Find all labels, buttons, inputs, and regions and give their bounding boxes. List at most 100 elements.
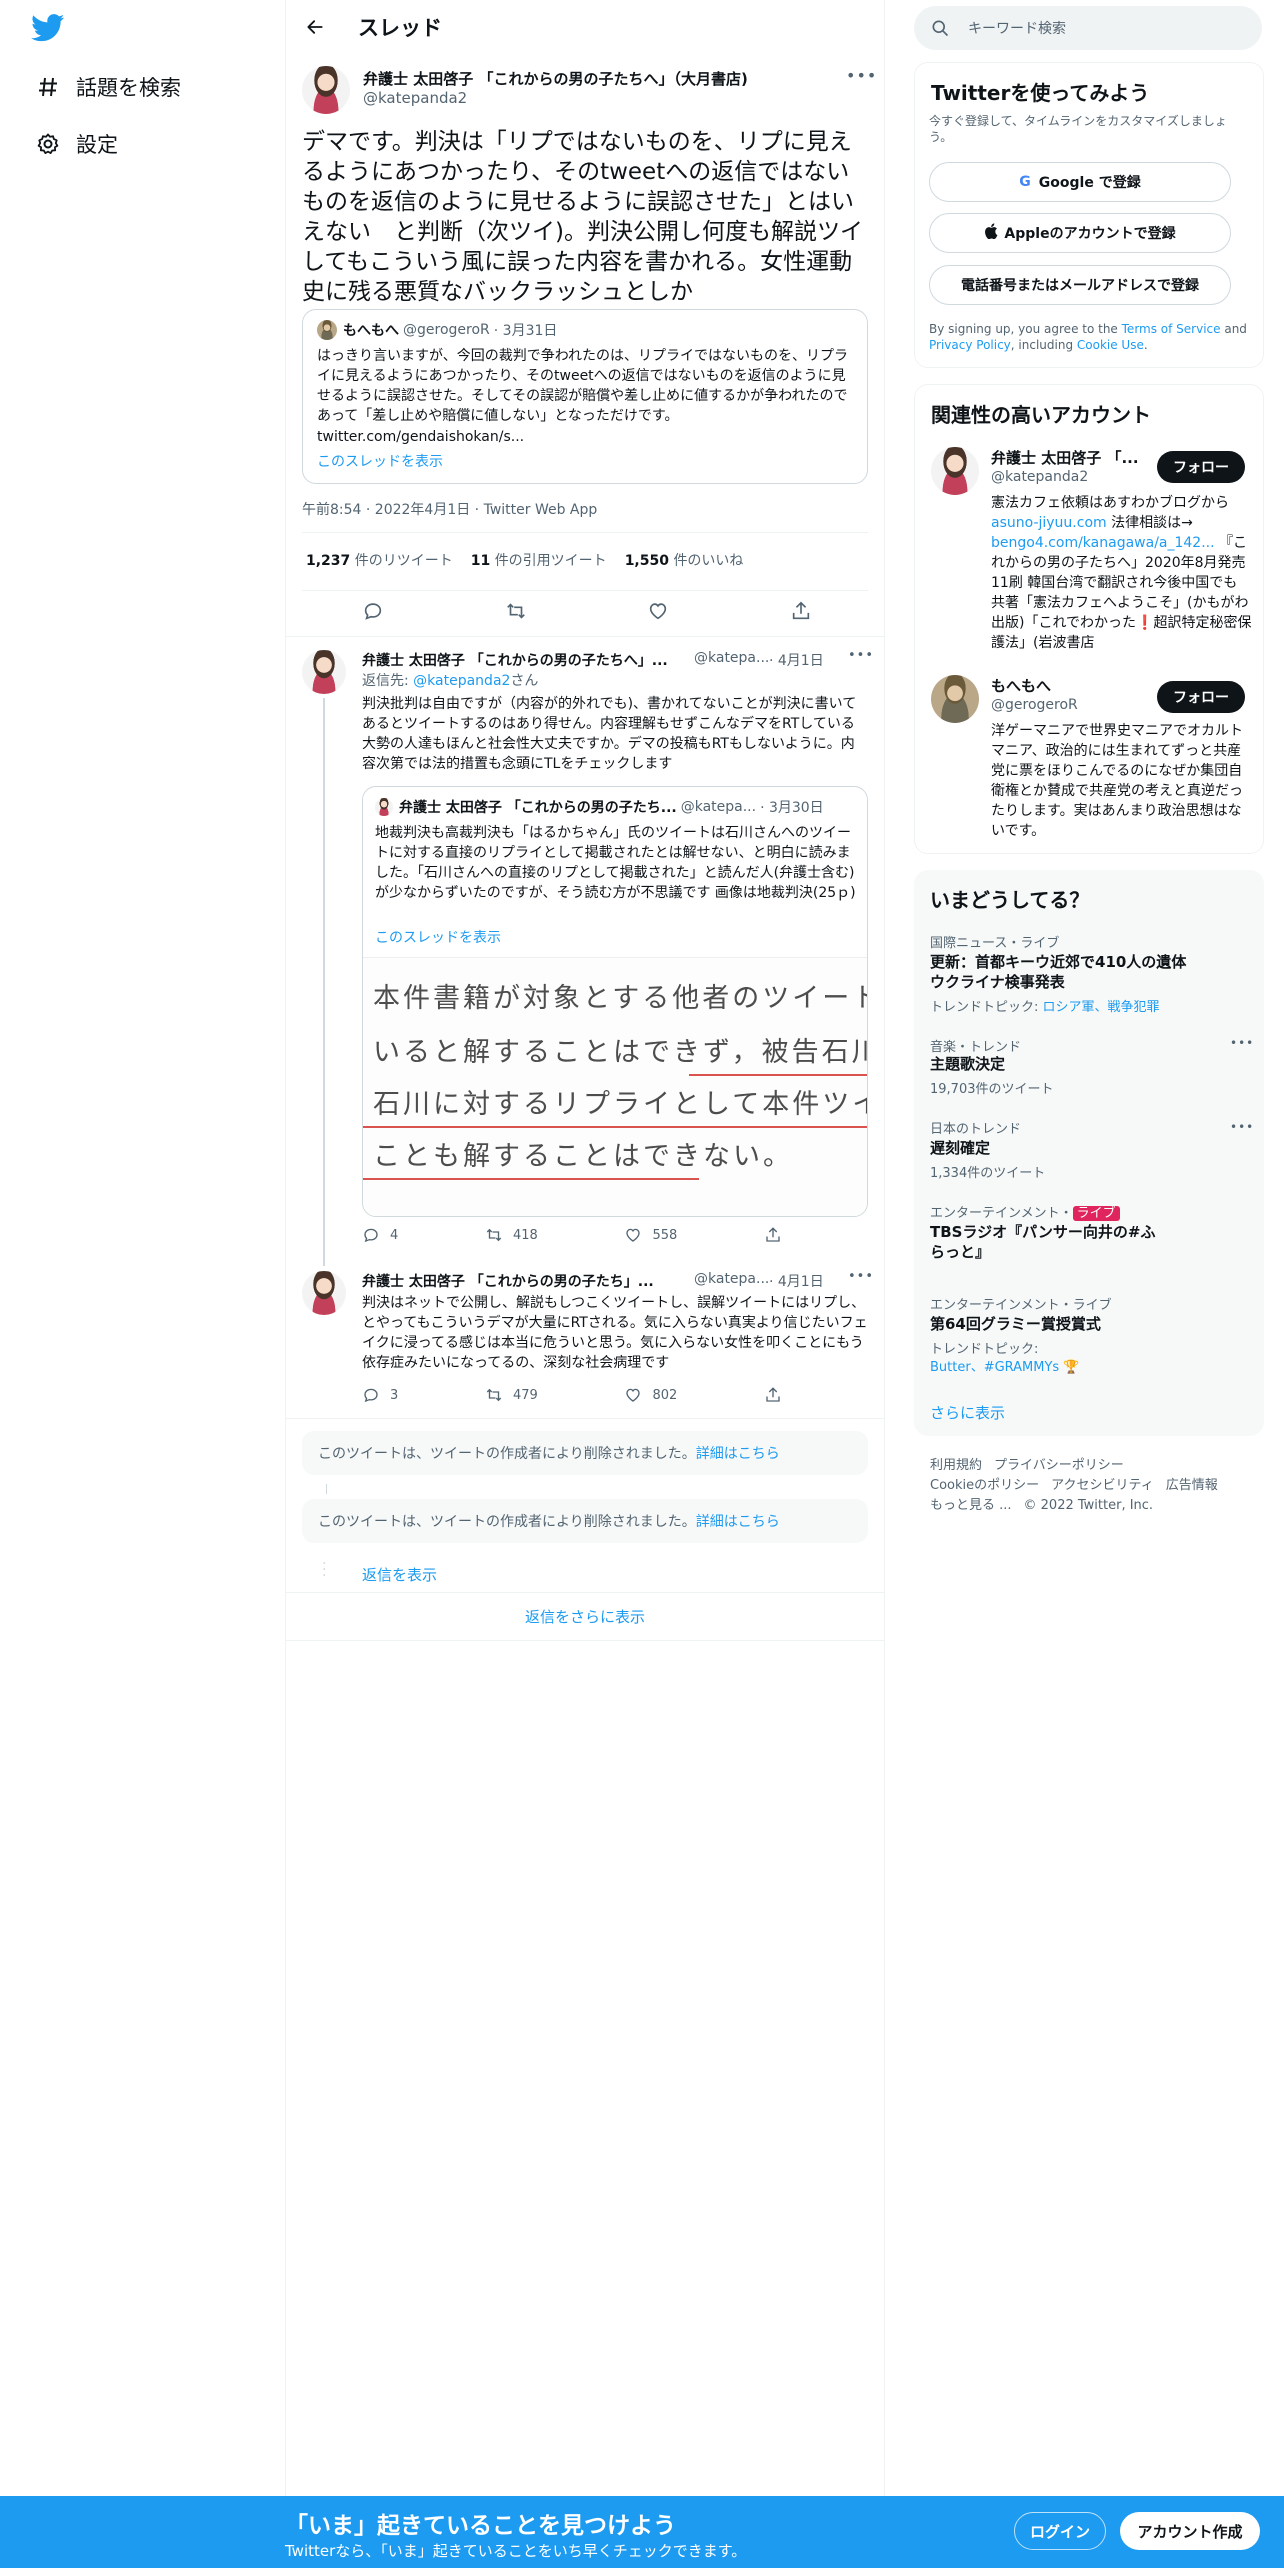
show-more-trends-link[interactable]: さらに表示	[930, 1402, 1005, 1423]
account-bio: 洋ゲーマニアで世界史マニアでオカルトマニア、政治的には生まれてずっと共産党に票を…	[991, 723, 1243, 839]
avatar[interactable]	[302, 650, 346, 694]
deleted-tweet-notice: このツイートは、ツイートの作成者により削除されました。 詳細はこちら	[302, 1431, 868, 1475]
image-text-line: 石川に対するリプライとして本件ツイートが	[373, 1089, 867, 1120]
google-signup-button[interactable]: G Google で登録	[929, 162, 1231, 202]
retweet-count[interactable]: 1,237 件のリツイート	[306, 550, 453, 570]
left-nav: 話題を検索 設定	[0, 0, 285, 2568]
share-icon[interactable]	[764, 1226, 792, 1244]
like-button[interactable]: 802	[624, 1386, 677, 1404]
retweet-button[interactable]: 479	[485, 1386, 538, 1404]
back-arrow-icon[interactable]	[298, 10, 332, 44]
footer-link[interactable]: 広告情報	[1166, 1478, 1218, 1493]
quoted-date: · 3月30日	[760, 800, 824, 816]
tweet-date[interactable]: · 4月1日	[769, 1271, 824, 1291]
google-icon: G	[1019, 174, 1031, 190]
bio-link[interactable]: asuno-jiyuu.com	[991, 515, 1107, 531]
author-handle[interactable]: @katepa...	[694, 650, 769, 666]
retweet-button[interactable]: 418	[485, 1226, 538, 1244]
author-name[interactable]: 弁護士 太田啓子 「これからの男の子たちへ」...	[362, 650, 668, 670]
divider	[286, 1640, 884, 1641]
nav-settings[interactable]: 設定	[34, 124, 118, 164]
quote-count[interactable]: 11 件の引用ツイート	[471, 550, 607, 570]
footer-link[interactable]: アクセシビリティ	[1051, 1478, 1154, 1493]
quoted-link[interactable]: twitter.com/gendaishokan/s...	[317, 427, 857, 447]
related-accounts-panel: 関連性の高いアカウント 弁護士 太田啓子 「... @katepanda2 フォ…	[914, 384, 1264, 854]
nav-explore[interactable]: 話題を検索	[34, 67, 181, 107]
login-button[interactable]: ログイン	[1014, 2512, 1106, 2550]
more-options-icon[interactable]: •••	[846, 66, 877, 85]
privacy-link[interactable]: Privacy Policy	[929, 338, 1011, 352]
retweet-icon	[486, 1228, 502, 1242]
thread-dots-icon: · · ·	[322, 1556, 327, 1584]
cookie-link[interactable]: Cookie Use	[1077, 338, 1144, 352]
reply-icon[interactable]	[362, 600, 394, 622]
tweet-actions: 3 479 802	[362, 1386, 792, 1404]
thread-header: スレッド	[286, 0, 884, 54]
trend-topic-links[interactable]: Butter、#GRAMMYs	[930, 1360, 1059, 1375]
author-handle[interactable]: @katepanda2	[363, 89, 467, 107]
twitter-logo-icon[interactable]	[31, 14, 65, 44]
quoted-tweet[interactable]: 弁護士 太田啓子 「これからの男の子たち... @katepa... · 3月3…	[362, 786, 868, 1217]
learn-more-link[interactable]: 詳細はこちら	[696, 1511, 780, 1531]
divider	[286, 1592, 884, 1593]
bio-link[interactable]: bengo4.com/kanagawa/a_142...	[991, 535, 1215, 551]
reply-button[interactable]: 4	[362, 1226, 398, 1244]
underline-mark	[363, 1178, 699, 1180]
share-icon[interactable]	[790, 600, 822, 622]
phone-email-signup-button[interactable]: 電話番号またはメールアドレスで登録	[929, 265, 1231, 305]
underline-mark	[363, 1126, 867, 1128]
avatar[interactable]	[302, 1271, 346, 1315]
author-handle[interactable]: @katepa...	[694, 1271, 769, 1287]
tweet-timestamp[interactable]: 午前8:54 · 2022年4月1日 · Twitter Web App	[302, 499, 597, 519]
quoted-tweet[interactable]: もへもへ @gerogeroR · 3月31日 はっきり言いますが、今回の裁判で…	[302, 309, 868, 484]
author-name[interactable]: 弁護士 太田啓子 「これからの男の子たちへ」（大月書店)	[363, 68, 748, 89]
search-input[interactable]: キーワード検索	[914, 6, 1262, 50]
more-options-icon[interactable]: •••	[848, 1269, 874, 1284]
avatar[interactable]	[931, 447, 979, 495]
banner-subtitle: Twitterなら、「いま」起きていることをいち早くチェックできます。	[285, 2542, 747, 2560]
share-icon[interactable]	[764, 1386, 792, 1404]
account-name[interactable]: 弁護士 太田啓子 「...	[991, 447, 1139, 468]
avatar[interactable]	[931, 675, 979, 723]
apple-signup-button[interactable]: Appleのアカウントで登録	[929, 213, 1231, 253]
terms-link[interactable]: Terms of Service	[1122, 322, 1221, 336]
like-count[interactable]: 1,550 件のいいね	[625, 550, 744, 570]
more-options-icon[interactable]: •••	[1230, 1036, 1254, 1050]
reply-to-handle[interactable]: @katepanda2	[413, 673, 510, 689]
show-thread-link[interactable]: このスレッドを表示	[317, 451, 443, 471]
avatar	[317, 320, 337, 340]
attached-image[interactable]: 本件書籍が対象とする他者のツイートが被 いると解することはできず，被告石川が，本…	[363, 957, 867, 1216]
footer-link[interactable]: プライバシーポリシー	[994, 1458, 1124, 1473]
footer-more-link[interactable]: もっと見る ...	[930, 1498, 1012, 1513]
show-replies-link[interactable]: 返信を表示	[362, 1564, 437, 1585]
trend-topic-links[interactable]: ロシア軍、戦争犯罪	[1043, 1000, 1160, 1015]
quoted-author-handle: @gerogeroR	[403, 322, 490, 338]
reply-icon	[364, 1228, 378, 1243]
footer-link[interactable]: Cookieのポリシー	[930, 1478, 1039, 1493]
show-more-replies-link[interactable]: 返信をさらに表示	[286, 1606, 884, 1627]
account-name[interactable]: もへもへ	[991, 675, 1051, 696]
tweet-date[interactable]: · 4月1日	[769, 650, 824, 670]
reply-button[interactable]: 3	[362, 1386, 398, 1404]
hashtag-icon	[34, 73, 62, 101]
author-name[interactable]: 弁護士 太田啓子 「これからの男の子たち」...	[362, 1271, 654, 1291]
footer-link[interactable]: 利用規約	[930, 1458, 982, 1473]
more-options-icon[interactable]: •••	[848, 648, 874, 663]
account-handle[interactable]: @katepanda2	[991, 469, 1088, 485]
thread-connector	[323, 698, 325, 1266]
gear-icon	[34, 130, 62, 158]
show-thread-link[interactable]: このスレッドを表示	[375, 927, 501, 947]
avatar[interactable]	[302, 66, 350, 114]
follow-button[interactable]: フォロー	[1157, 451, 1245, 483]
signup-button[interactable]: アカウント作成	[1120, 2512, 1260, 2550]
like-button[interactable]: 558	[624, 1226, 677, 1244]
like-icon[interactable]	[647, 600, 679, 622]
learn-more-link[interactable]: 詳細はこちら	[696, 1443, 780, 1463]
follow-button[interactable]: フォロー	[1157, 681, 1245, 713]
tweet-actions: 4 418 558	[362, 1226, 792, 1244]
more-options-icon[interactable]: •••	[1230, 1120, 1254, 1134]
retweet-icon[interactable]	[505, 600, 537, 622]
image-text-line: 本件書籍が対象とする他者のツイートが被	[373, 983, 867, 1014]
reply-to-line: 返信先: @katepanda2さん	[362, 673, 539, 689]
account-handle[interactable]: @gerogeroR	[991, 697, 1078, 713]
